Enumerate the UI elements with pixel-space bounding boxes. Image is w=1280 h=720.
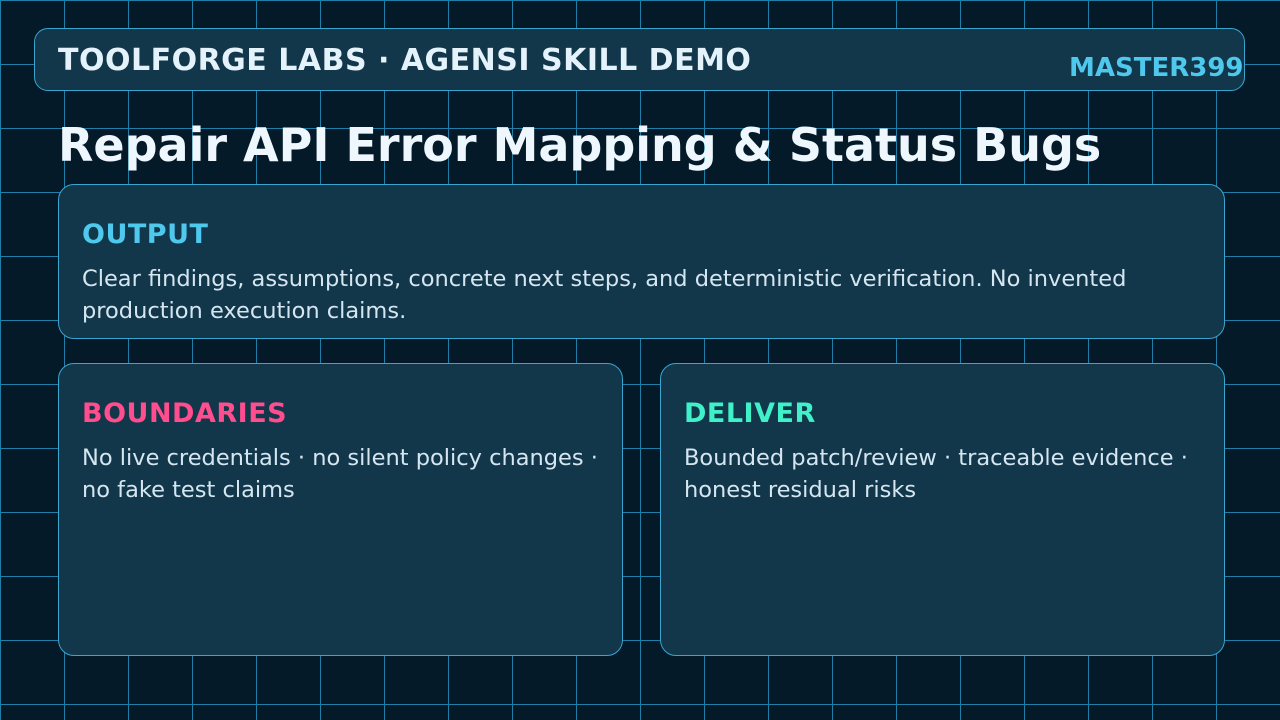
page-title: Repair API Error Mapping & Status Bugs — [58, 118, 1102, 172]
deliver-card: DELIVER Bounded patch/review · traceable… — [660, 363, 1225, 656]
deliver-text: Bounded patch/review · traceable evidenc… — [684, 445, 1188, 503]
boundaries-card: BOUNDARIES No live credentials · no sile… — [58, 363, 623, 656]
output-card: OUTPUT Clear findings, assumptions, conc… — [58, 184, 1225, 339]
header-code-badge: MASTER399 — [1069, 53, 1244, 83]
output-heading: OUTPUT — [82, 219, 209, 250]
output-text: Clear findings, assumptions, concrete ne… — [82, 266, 1127, 324]
header-bar: TOOLFORGE LABS · AGENSI SKILL DEMO MASTE… — [34, 28, 1245, 91]
header-title: TOOLFORGE LABS · AGENSI SKILL DEMO — [58, 43, 752, 78]
deliver-heading: DELIVER — [684, 398, 816, 429]
boundaries-text: No live credentials · no silent policy c… — [82, 445, 598, 503]
boundaries-heading: BOUNDARIES — [82, 398, 288, 429]
